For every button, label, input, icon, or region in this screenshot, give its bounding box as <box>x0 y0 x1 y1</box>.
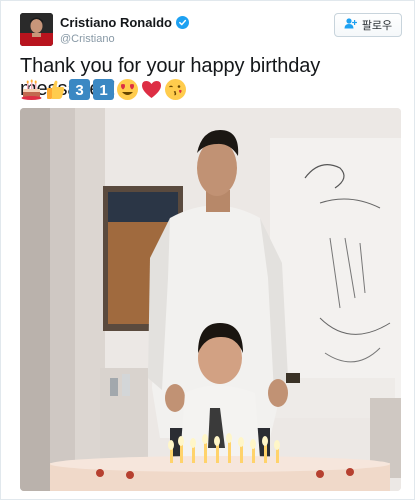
verified-badge-icon <box>175 16 189 29</box>
author-handle[interactable]: @Cristiano <box>60 33 189 45</box>
keycap-3-label: 3 <box>75 82 83 99</box>
follow-button-label: 팔로우 <box>361 20 393 32</box>
tweet-card: Cristiano Ronaldo @Cristiano 팔로우 Thank y… <box>0 0 415 500</box>
kissing-face-icon <box>164 78 187 101</box>
birthday-cake-icon <box>20 78 43 101</box>
keycap-1-label: 1 <box>99 82 107 99</box>
author-info: Cristiano Ronaldo @Cristiano <box>60 15 189 45</box>
red-heart-icon <box>140 78 163 101</box>
follow-user-icon <box>344 18 357 32</box>
author-name[interactable]: Cristiano Ronaldo <box>60 15 172 30</box>
birthday-photo[interactable] <box>20 108 401 491</box>
follow-button[interactable]: 팔로우 <box>334 13 402 37</box>
heart-eyes-face-icon <box>116 78 139 101</box>
thumbs-up-icon <box>44 78 67 101</box>
avatar[interactable] <box>20 13 53 46</box>
keycap-3-icon: 3 <box>68 78 91 101</box>
emoji-row: 3 1 <box>20 78 187 101</box>
keycap-1-icon: 1 <box>92 78 115 101</box>
